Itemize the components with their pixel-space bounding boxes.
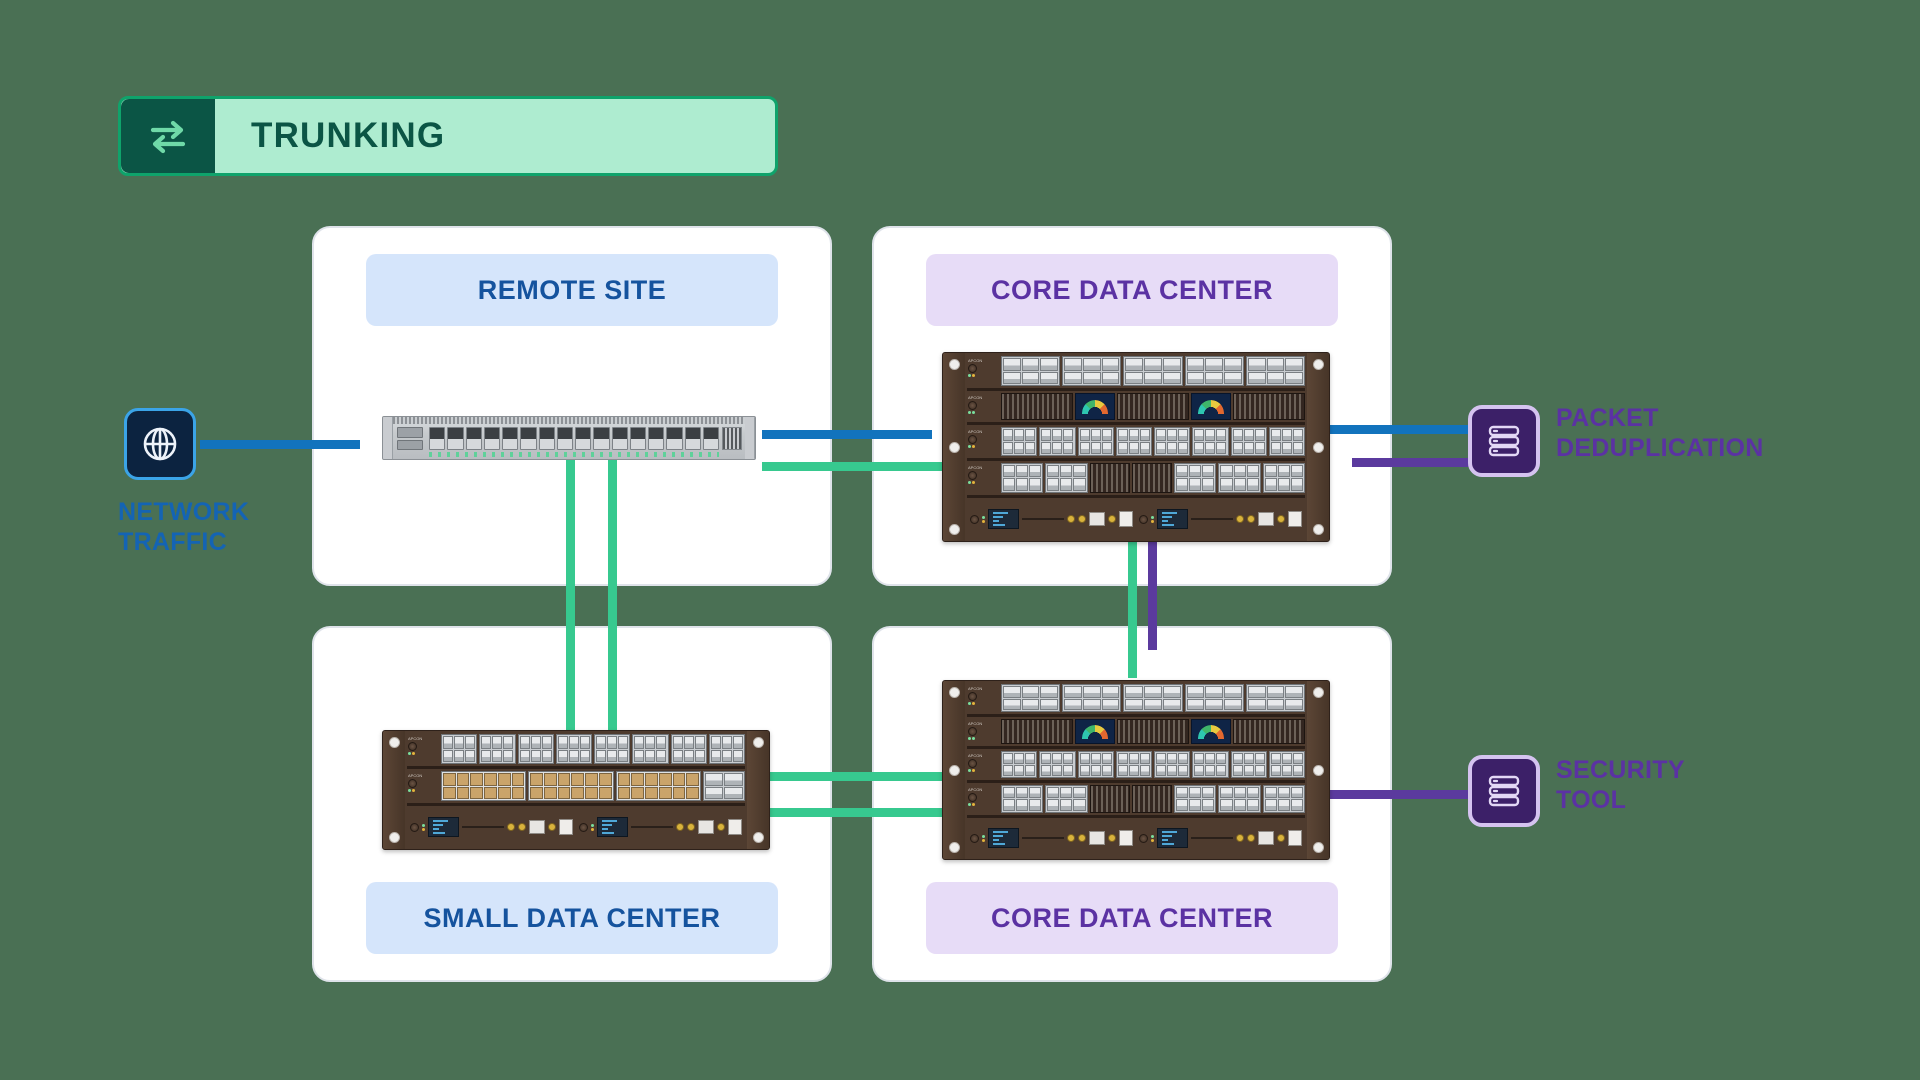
panel-small-data-center-title: SMALL DATA CENTER bbox=[366, 882, 778, 954]
device-remote-switch[interactable] bbox=[382, 416, 756, 460]
switch-rack-ear-left bbox=[383, 417, 393, 459]
chassis-rail-left bbox=[943, 353, 965, 541]
chassis-slot-d: APCON bbox=[967, 684, 1306, 713]
chassis-slot-c: APCON bbox=[967, 393, 1305, 421]
link-core-top-tool-to-bot bbox=[1148, 528, 1157, 650]
switch-management-ports bbox=[397, 427, 423, 450]
server-stack-icon[interactable] bbox=[1468, 755, 1540, 827]
chassis-controller-row bbox=[967, 820, 1305, 856]
chassis-slot-b: APCON bbox=[967, 427, 1305, 456]
switch-port-row bbox=[429, 427, 719, 450]
chassis-rail-right bbox=[1307, 681, 1329, 859]
slot-c-gauge-1 bbox=[1075, 393, 1115, 421]
slot-c-gauge-1 bbox=[1075, 719, 1115, 745]
globe-icon[interactable] bbox=[124, 408, 196, 480]
device-core-top-chassis[interactable]: APCON APCON APCON APCON bbox=[942, 352, 1330, 542]
slot-d-left-panel: APCON bbox=[967, 356, 1001, 386]
network-traffic-label: NETWORK TRAFFIC bbox=[118, 498, 250, 556]
chassis-slot-a: APCON bbox=[407, 771, 745, 801]
link-remote-to-core-top bbox=[762, 430, 932, 439]
device-core-bottom-chassis[interactable]: APCON APCON APCON APCON bbox=[942, 680, 1330, 860]
link-core-top-trunk-to-bot bbox=[1128, 528, 1137, 678]
controller-module-1 bbox=[968, 822, 1135, 854]
trunking-badge-label: TRUNKING bbox=[251, 116, 446, 155]
slot-b-left-panel: APCON bbox=[407, 734, 441, 764]
link-small-to-core-bot-2 bbox=[762, 808, 948, 817]
chassis-slot-a: APCON bbox=[967, 462, 1305, 493]
chassis-rail-left bbox=[383, 731, 405, 849]
link-remote-trunk-to-small-2 bbox=[608, 456, 617, 734]
slot-b-left-panel: APCON bbox=[967, 751, 1001, 778]
packet-deduplication-label: PACKET DEDUPLICATION bbox=[1556, 404, 1764, 462]
slot-c-gauge-2 bbox=[1191, 393, 1231, 421]
slot-a-left-panel: APCON bbox=[967, 463, 1001, 493]
chassis-slot-b: APCON bbox=[407, 734, 745, 764]
chassis-controller-row bbox=[407, 808, 745, 846]
controller-module-2 bbox=[1137, 502, 1304, 536]
link-remote-trunk-to-core-top bbox=[762, 462, 948, 471]
server-stack-icon[interactable] bbox=[1468, 405, 1540, 477]
controller-module-1 bbox=[408, 810, 575, 844]
panel-remote-site-title: REMOTE SITE bbox=[366, 254, 778, 326]
trunking-badge: TRUNKING bbox=[118, 96, 778, 176]
chassis-slot-c: APCON bbox=[967, 719, 1305, 745]
diagram-canvas: TRUNKING REMOTE SITE CORE DATA CENTER SM… bbox=[0, 0, 1920, 1080]
slot-c-gauge-2 bbox=[1191, 719, 1231, 745]
chassis-slot-d: APCON bbox=[967, 356, 1306, 387]
slot-d-left-panel: APCON bbox=[967, 684, 1001, 712]
slot-a-left-panel: APCON bbox=[967, 785, 1001, 813]
switch-led-panel bbox=[722, 427, 742, 450]
device-small-dc-chassis[interactable]: APCON APCON bbox=[382, 730, 770, 850]
switch-rack-ear-right bbox=[745, 417, 755, 459]
controller-module-2 bbox=[1137, 822, 1304, 854]
switch-status-leds bbox=[429, 452, 719, 457]
slot-c-left-panel: APCON bbox=[967, 719, 1001, 744]
panel-core-data-center-bottom-title: CORE DATA CENTER bbox=[926, 882, 1338, 954]
chassis-rail-right bbox=[747, 731, 769, 849]
chassis-rail-right bbox=[1307, 353, 1329, 541]
panel-core-data-center-top-title: CORE DATA CENTER bbox=[926, 254, 1338, 326]
chassis-controller-row bbox=[967, 500, 1305, 538]
switch-vents bbox=[393, 417, 745, 424]
chassis-slot-a: APCON bbox=[967, 784, 1305, 813]
link-core-top-to-dedup bbox=[1328, 425, 1488, 434]
link-small-to-core-bot-1 bbox=[762, 772, 948, 781]
security-tool-label: SECURITY TOOL bbox=[1556, 756, 1685, 814]
trunking-exchange-arrows-icon bbox=[121, 99, 215, 173]
link-traffic-to-remote bbox=[200, 440, 360, 449]
chassis-slot-b: APCON bbox=[967, 751, 1305, 778]
slot-a-left-panel: APCON bbox=[407, 771, 441, 801]
slot-c-left-panel: APCON bbox=[967, 393, 1001, 420]
link-remote-trunk-to-small-1 bbox=[566, 456, 575, 734]
controller-module-2 bbox=[577, 810, 744, 844]
chassis-rail-left bbox=[943, 681, 965, 859]
slot-b-left-panel: APCON bbox=[967, 427, 1001, 456]
controller-module-1 bbox=[968, 502, 1135, 536]
